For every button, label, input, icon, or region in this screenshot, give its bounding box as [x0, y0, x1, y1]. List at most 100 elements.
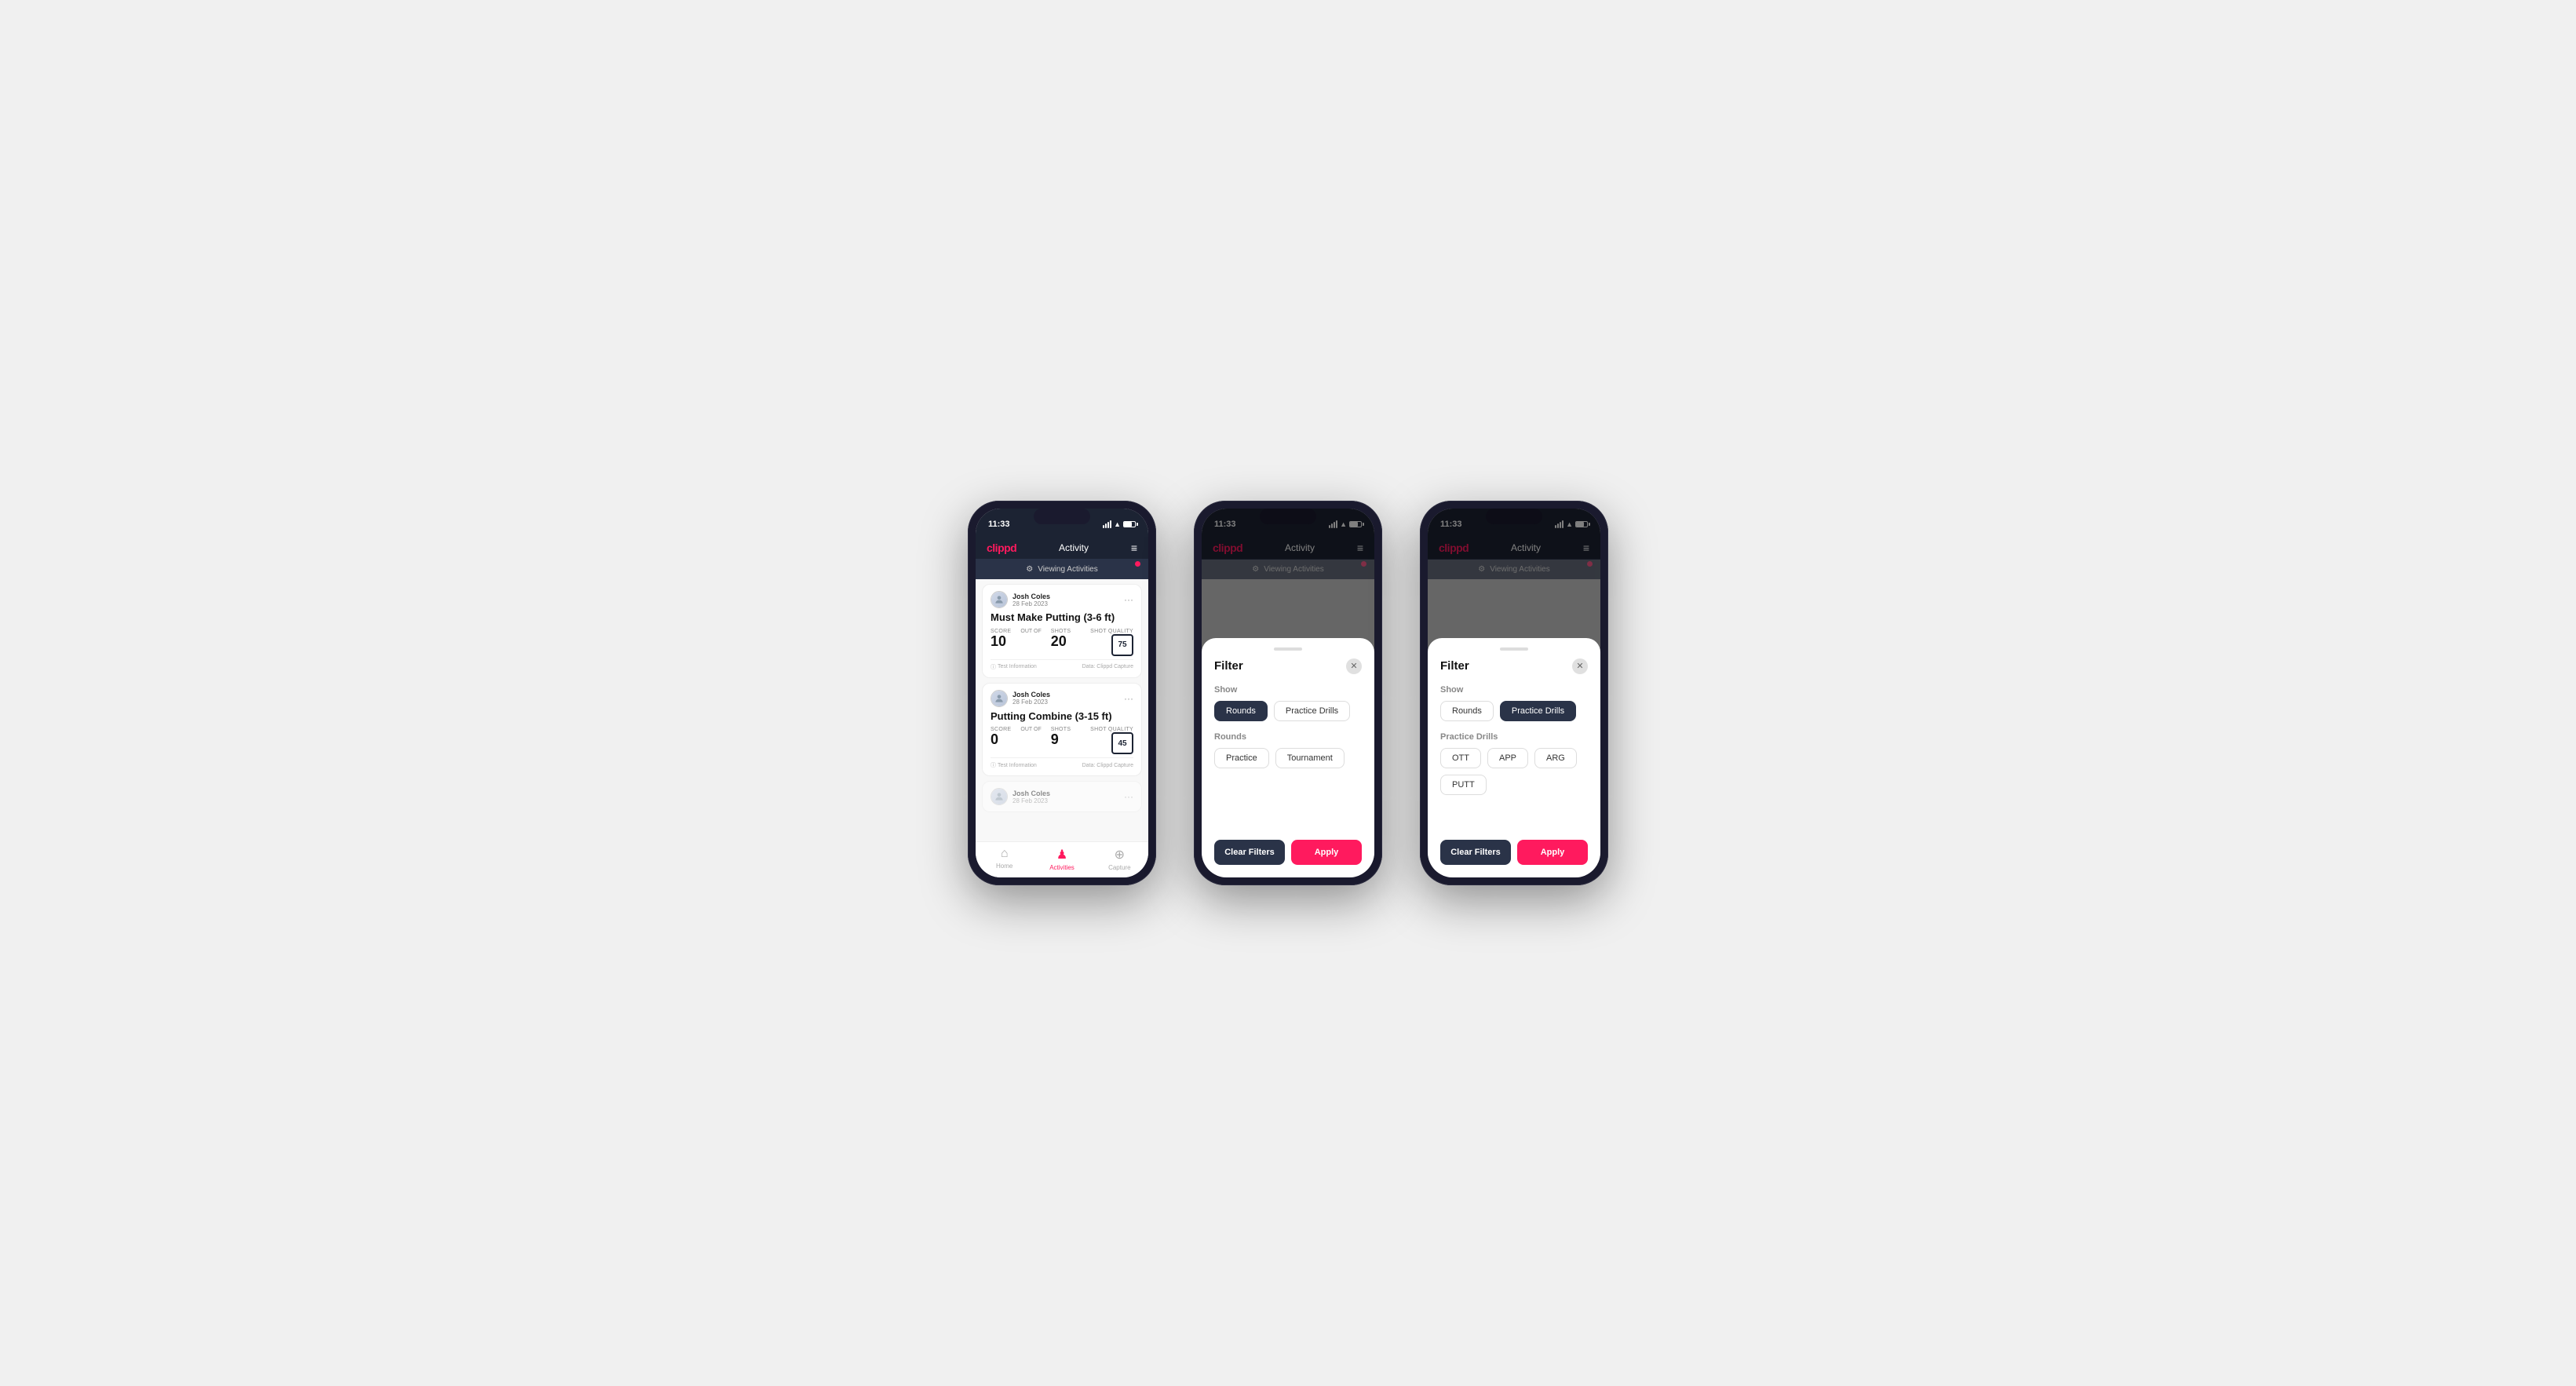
more-dots-1[interactable]: ··· [1124, 594, 1133, 605]
clear-filters-btn-2[interactable]: Clear Filters [1214, 840, 1285, 865]
card-footer-1: ⓘ Test Information Data: Clippd Capture [991, 659, 1133, 671]
user-info-3: Josh Coles 28 Feb 2023 [991, 788, 1050, 805]
show-label-3: Show [1440, 685, 1588, 695]
tournament-btn[interactable]: Tournament [1275, 748, 1345, 768]
test-info-1: ⓘ Test Information [991, 663, 1037, 671]
test-info-2: ⓘ Test Information [991, 761, 1037, 769]
activities-icon: ♟ [1056, 847, 1067, 863]
show-section-2: Show Rounds Practice Drills [1214, 685, 1362, 721]
filter-overlay-2: Filter ✕ Show Rounds Practice Drills Rou… [1202, 509, 1374, 877]
sheet-actions-3: Clear Filters Apply [1440, 832, 1588, 865]
user-date-2: 28 Feb 2023 [1013, 698, 1050, 706]
nav-item-activities[interactable]: ♟ Activities [1033, 847, 1090, 871]
capture-icon: ⊕ [1115, 847, 1125, 863]
activity-card-2: Josh Coles 28 Feb 2023 ··· Putting Combi… [982, 683, 1142, 777]
shots-value-1: 20 [1051, 634, 1071, 648]
activity-title-1: Must Make Putting (3-6 ft) [991, 611, 1133, 624]
avatar-3 [991, 788, 1008, 805]
activity-card-1: Josh Coles 28 Feb 2023 ··· Must Make Put… [982, 584, 1142, 678]
user-details-1: Josh Coles 28 Feb 2023 [1013, 593, 1050, 607]
activity-feed: Josh Coles 28 Feb 2023 ··· Must Make Put… [976, 579, 1148, 841]
activity-title-2: Putting Combine (3-15 ft) [991, 710, 1133, 723]
filter-sheet-3: Filter ✕ Show Rounds Practice Drills Pra… [1428, 638, 1600, 878]
viewing-bar[interactable]: ⚙ Viewing Activities [976, 560, 1148, 579]
more-dots-2[interactable]: ··· [1124, 693, 1133, 704]
clear-filters-btn-3[interactable]: Clear Filters [1440, 840, 1511, 865]
user-date-1: 28 Feb 2023 [1013, 600, 1050, 607]
phone-1: 11:33 ▲ clippd Activity ≡ [968, 501, 1156, 885]
avatar-icon-1 [991, 592, 1007, 607]
nav-bar: clippd Activity ≡ [976, 537, 1148, 560]
shots-value-2: 9 [1051, 732, 1071, 746]
avatar-icon-2 [991, 691, 1007, 706]
sheet-header-2: Filter ✕ [1214, 658, 1362, 674]
nav-item-capture[interactable]: ⊕ Capture [1091, 847, 1148, 871]
drills-section-3: Practice Drills OTT APP ARG PUTT [1440, 732, 1588, 795]
shots-group-1: Shots 20 [1051, 629, 1071, 648]
filter-title-3: Filter [1440, 659, 1469, 673]
show-label-2: Show [1214, 685, 1362, 695]
activities-label: Activities [1049, 864, 1075, 871]
status-icons: ▲ [1103, 520, 1136, 528]
sheet-actions-2: Clear Filters Apply [1214, 832, 1362, 865]
rounds-btn-3[interactable]: Rounds [1440, 701, 1494, 721]
user-info-2: Josh Coles 28 Feb 2023 [991, 690, 1050, 707]
capture-label: Capture [1108, 864, 1130, 871]
score-group-2: Score 0 [991, 727, 1011, 746]
card-footer-2: ⓘ Test Information Data: Clippd Capture [991, 757, 1133, 769]
sheet-handle-3 [1500, 647, 1528, 651]
phone-3: 11:33 ▲ clippd Activity ≡ [1420, 501, 1608, 885]
drills-label-3: Practice Drills [1440, 732, 1588, 742]
close-button-2[interactable]: ✕ [1346, 658, 1362, 674]
filter-overlay-3: Filter ✕ Show Rounds Practice Drills Pra… [1428, 509, 1600, 877]
outof-1: OUT OF [1020, 629, 1041, 634]
home-icon: ⌂ [1001, 847, 1009, 861]
shot-quality-group-1: Shot Quality 75 [1090, 629, 1133, 656]
home-label: Home [996, 863, 1013, 870]
apply-btn-2[interactable]: Apply [1291, 840, 1362, 865]
card-header-1: Josh Coles 28 Feb 2023 ··· [991, 591, 1133, 608]
shot-quality-label-2: Shot Quality [1090, 727, 1133, 732]
score-group-1: Score 10 [991, 629, 1011, 648]
user-info-1: Josh Coles 28 Feb 2023 [991, 591, 1050, 608]
status-time: 11:33 [988, 520, 1010, 529]
shot-quality-badge-2: 45 [1111, 732, 1133, 754]
user-name-2: Josh Coles [1013, 691, 1050, 698]
user-details-2: Josh Coles 28 Feb 2023 [1013, 691, 1050, 706]
rounds-label-2: Rounds [1214, 732, 1362, 742]
score-value-2: 0 [991, 732, 1011, 746]
ott-btn[interactable]: OTT [1440, 748, 1481, 768]
bottom-nav: ⌂ Home ♟ Activities ⊕ Capture [976, 841, 1148, 877]
practice-round-btn[interactable]: Practice [1214, 748, 1269, 768]
app-logo: clippd [987, 542, 1016, 554]
card-header-3: Josh Coles 28 Feb 2023 ··· [991, 788, 1133, 805]
user-date-3: 28 Feb 2023 [1013, 797, 1050, 804]
filter-title-2: Filter [1214, 659, 1243, 673]
practice-drills-btn-3[interactable]: Practice Drills [1500, 701, 1576, 721]
outof-2: OUT OF [1020, 727, 1041, 732]
signal-icon [1103, 520, 1111, 528]
practice-drills-btn-2[interactable]: Practice Drills [1274, 701, 1350, 721]
notch [1034, 509, 1090, 524]
app-btn[interactable]: APP [1487, 748, 1528, 768]
filter-icon: ⚙ [1026, 565, 1033, 574]
phone-2: 11:33 ▲ clippd Activity ≡ [1194, 501, 1382, 885]
menu-icon[interactable]: ≡ [1131, 542, 1137, 554]
putt-btn[interactable]: PUTT [1440, 775, 1487, 795]
activity-card-3: Josh Coles 28 Feb 2023 ··· [982, 781, 1142, 812]
rounds-btn-2[interactable]: Rounds [1214, 701, 1268, 721]
data-source-2: Data: Clippd Capture [1082, 763, 1133, 768]
phones-container: 11:33 ▲ clippd Activity ≡ [968, 501, 1608, 885]
show-section-3: Show Rounds Practice Drills [1440, 685, 1588, 721]
close-button-3[interactable]: ✕ [1572, 658, 1588, 674]
filter-sheet-2: Filter ✕ Show Rounds Practice Drills Rou… [1202, 638, 1374, 878]
sheet-handle-2 [1274, 647, 1302, 651]
stats-row-1: Score 10 OUT OF Shots 20 Shot Quality 75 [991, 629, 1133, 656]
arg-btn[interactable]: ARG [1534, 748, 1577, 768]
card-header-2: Josh Coles 28 Feb 2023 ··· [991, 690, 1133, 707]
nav-title: Activity [1059, 542, 1089, 553]
apply-btn-3[interactable]: Apply [1517, 840, 1588, 865]
nav-item-home[interactable]: ⌂ Home [976, 847, 1033, 871]
more-dots-3[interactable]: ··· [1124, 791, 1133, 802]
show-buttons-3: Rounds Practice Drills [1440, 701, 1588, 721]
